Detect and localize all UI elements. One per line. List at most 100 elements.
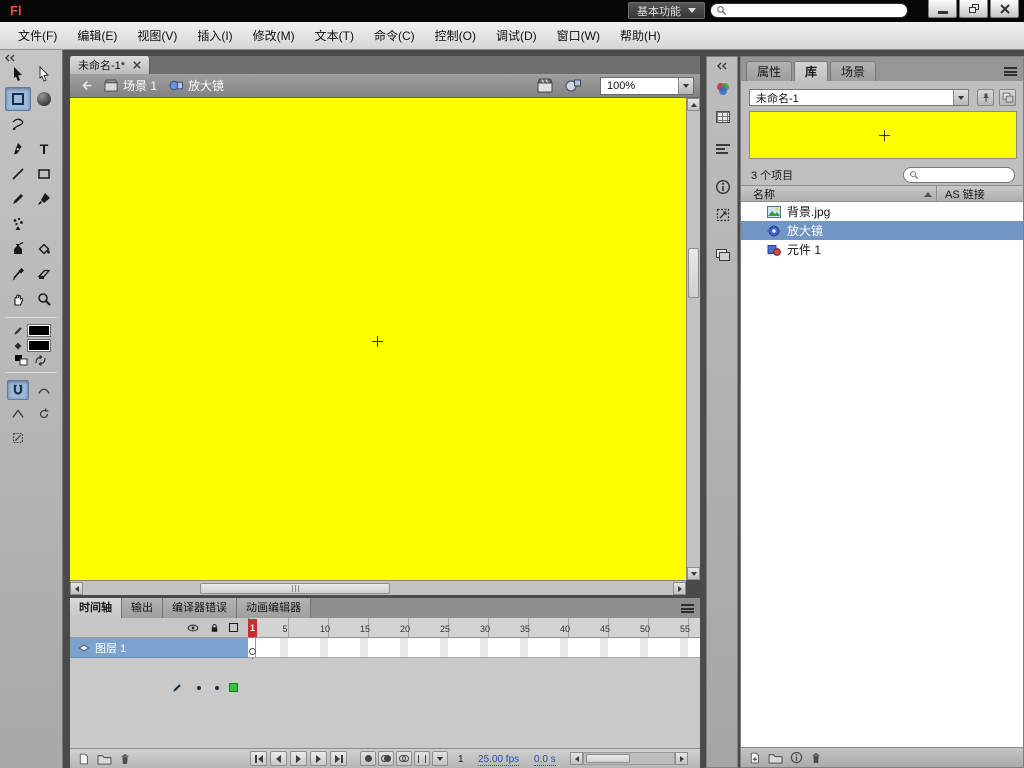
library-item-row[interactable]: 背景.jpg bbox=[741, 202, 1023, 221]
frame-1-cell[interactable] bbox=[248, 638, 256, 657]
timeline-scroll-thumb[interactable] bbox=[586, 754, 630, 763]
library-item-row[interactable]: 元件 1 bbox=[741, 240, 1023, 259]
tab-motion-editor[interactable]: 动画编辑器 bbox=[237, 598, 311, 618]
stroke-color-swatch[interactable] bbox=[26, 324, 51, 337]
onion-skin-outlines-button[interactable] bbox=[396, 751, 412, 766]
align-panel-button[interactable] bbox=[711, 137, 735, 161]
item-properties-button[interactable] bbox=[790, 751, 803, 764]
edit-symbol-button[interactable] bbox=[565, 78, 582, 96]
library-item-row-selected[interactable]: 放大镜 bbox=[741, 221, 1023, 240]
timeline-scroll-left-button[interactable] bbox=[570, 752, 583, 765]
edit-scene-button[interactable] bbox=[537, 78, 554, 96]
elapsed-time-indicator[interactable]: 0.0 s bbox=[534, 754, 556, 766]
vertical-scrollbar[interactable] bbox=[686, 98, 700, 580]
library-column-headers[interactable]: 名称 AS 链接 bbox=[741, 185, 1023, 202]
document-select-dropdown-button[interactable] bbox=[953, 90, 968, 105]
menu-commands[interactable]: 命令(C) bbox=[364, 22, 425, 50]
tab-scene[interactable]: 场景 bbox=[830, 61, 877, 81]
smooth-option[interactable] bbox=[33, 380, 55, 400]
close-button[interactable] bbox=[990, 0, 1019, 18]
menu-debug[interactable]: 调试(D) bbox=[486, 22, 547, 50]
layer-name[interactable]: 图层 1 bbox=[95, 640, 126, 656]
go-to-first-frame-button[interactable] bbox=[250, 751, 267, 766]
pencil-tool[interactable] bbox=[5, 187, 31, 211]
column-divider[interactable] bbox=[936, 186, 937, 202]
menu-insert[interactable]: 插入(I) bbox=[187, 22, 242, 50]
panel-menu-icon[interactable] bbox=[681, 604, 694, 613]
workspace-switcher-button[interactable]: 基本功能 bbox=[628, 2, 705, 19]
scene-breadcrumb[interactable]: 场景 1 bbox=[123, 77, 157, 94]
rotate-option[interactable] bbox=[33, 404, 55, 424]
straighten-option[interactable] bbox=[7, 404, 29, 424]
sort-order-icon[interactable] bbox=[924, 192, 932, 197]
swap-colors-icon[interactable] bbox=[34, 355, 47, 366]
tab-compiler-errors[interactable]: 编译器错误 bbox=[163, 598, 237, 618]
swatches-panel-button[interactable] bbox=[711, 105, 735, 129]
outline-column-icon[interactable] bbox=[229, 623, 238, 632]
menu-text[interactable]: 文本(T) bbox=[305, 22, 364, 50]
show-hide-column-icon[interactable] bbox=[186, 622, 200, 634]
new-folder-button[interactable] bbox=[97, 753, 112, 765]
zoom-dropdown-button[interactable] bbox=[678, 78, 693, 94]
scroll-down-button[interactable] bbox=[687, 567, 700, 580]
play-button[interactable] bbox=[290, 751, 307, 766]
document-tab[interactable]: 未命名-1* bbox=[70, 56, 151, 74]
selection-tool[interactable] bbox=[5, 62, 31, 86]
symbol-breadcrumb[interactable]: 放大镜 bbox=[188, 77, 224, 94]
tab-timeline[interactable]: 时间轴 bbox=[70, 598, 122, 618]
menu-modify[interactable]: 修改(M) bbox=[243, 22, 305, 50]
expand-dock-icon[interactable] bbox=[716, 62, 728, 70]
panel-menu-icon[interactable] bbox=[1004, 67, 1017, 76]
fill-color-swatch[interactable] bbox=[26, 339, 51, 352]
scroll-left-button[interactable] bbox=[70, 582, 83, 595]
new-library-panel-button[interactable] bbox=[999, 89, 1016, 106]
pin-library-button[interactable] bbox=[977, 89, 994, 106]
brush-tool[interactable] bbox=[31, 187, 57, 211]
deco-tool[interactable] bbox=[5, 212, 31, 236]
info-panel-button[interactable] bbox=[711, 175, 735, 199]
eraser-tool[interactable] bbox=[31, 262, 57, 286]
frame-rate-indicator[interactable]: 25.00 fps bbox=[478, 754, 520, 766]
rectangle-tool[interactable] bbox=[31, 162, 57, 186]
titlebar-search-input[interactable] bbox=[710, 3, 908, 18]
menu-view[interactable]: 视图(V) bbox=[127, 22, 187, 50]
zoom-tool[interactable] bbox=[31, 287, 57, 311]
free-transform-tool[interactable] bbox=[5, 87, 31, 111]
hand-tool[interactable] bbox=[5, 287, 31, 311]
new-folder-button[interactable] bbox=[768, 752, 783, 764]
paint-bucket-tool[interactable] bbox=[31, 237, 57, 261]
layer-lock-dot[interactable] bbox=[215, 686, 219, 690]
back-arrow-icon[interactable] bbox=[80, 79, 94, 92]
library-search-input[interactable] bbox=[903, 167, 1015, 183]
snap-to-objects-option[interactable] bbox=[7, 380, 29, 400]
menu-file[interactable]: 文件(F) bbox=[8, 22, 67, 50]
step-back-button[interactable] bbox=[270, 751, 287, 766]
menu-help[interactable]: 帮助(H) bbox=[610, 22, 671, 50]
tab-library[interactable]: 库 bbox=[794, 61, 829, 81]
tab-properties[interactable]: 属性 bbox=[746, 61, 793, 81]
horizontal-scroll-thumb[interactable] bbox=[200, 583, 390, 594]
eyedropper-tool[interactable] bbox=[5, 262, 31, 286]
timeline-scroll-track[interactable] bbox=[583, 752, 675, 765]
text-tool[interactable]: T bbox=[31, 137, 57, 161]
modify-markers-button[interactable] bbox=[432, 751, 448, 766]
line-tool[interactable] bbox=[5, 162, 31, 186]
playhead[interactable]: 1 bbox=[248, 619, 257, 637]
horizontal-scrollbar[interactable] bbox=[70, 580, 686, 595]
zoom-level-combobox[interactable]: 100% bbox=[600, 77, 694, 95]
default-colors-icon[interactable] bbox=[15, 355, 28, 366]
layer-visibility-dot[interactable] bbox=[197, 686, 201, 690]
transform-panel-button[interactable] bbox=[711, 203, 735, 227]
scale-option[interactable] bbox=[7, 428, 29, 448]
lasso-tool[interactable] bbox=[5, 112, 31, 136]
scroll-up-button[interactable] bbox=[687, 98, 700, 111]
go-to-last-frame-button[interactable] bbox=[330, 751, 347, 766]
subselection-tool[interactable] bbox=[31, 62, 57, 86]
edit-multiple-frames-button[interactable] bbox=[414, 751, 430, 766]
delete-layer-button[interactable] bbox=[119, 752, 131, 766]
layer-row[interactable]: 图层 1 bbox=[70, 638, 248, 692]
layer-frames-track[interactable] bbox=[248, 638, 700, 658]
minimize-button[interactable] bbox=[928, 0, 957, 18]
linkage-column-header[interactable]: AS 链接 bbox=[945, 186, 985, 202]
menu-edit[interactable]: 编辑(E) bbox=[67, 22, 127, 50]
